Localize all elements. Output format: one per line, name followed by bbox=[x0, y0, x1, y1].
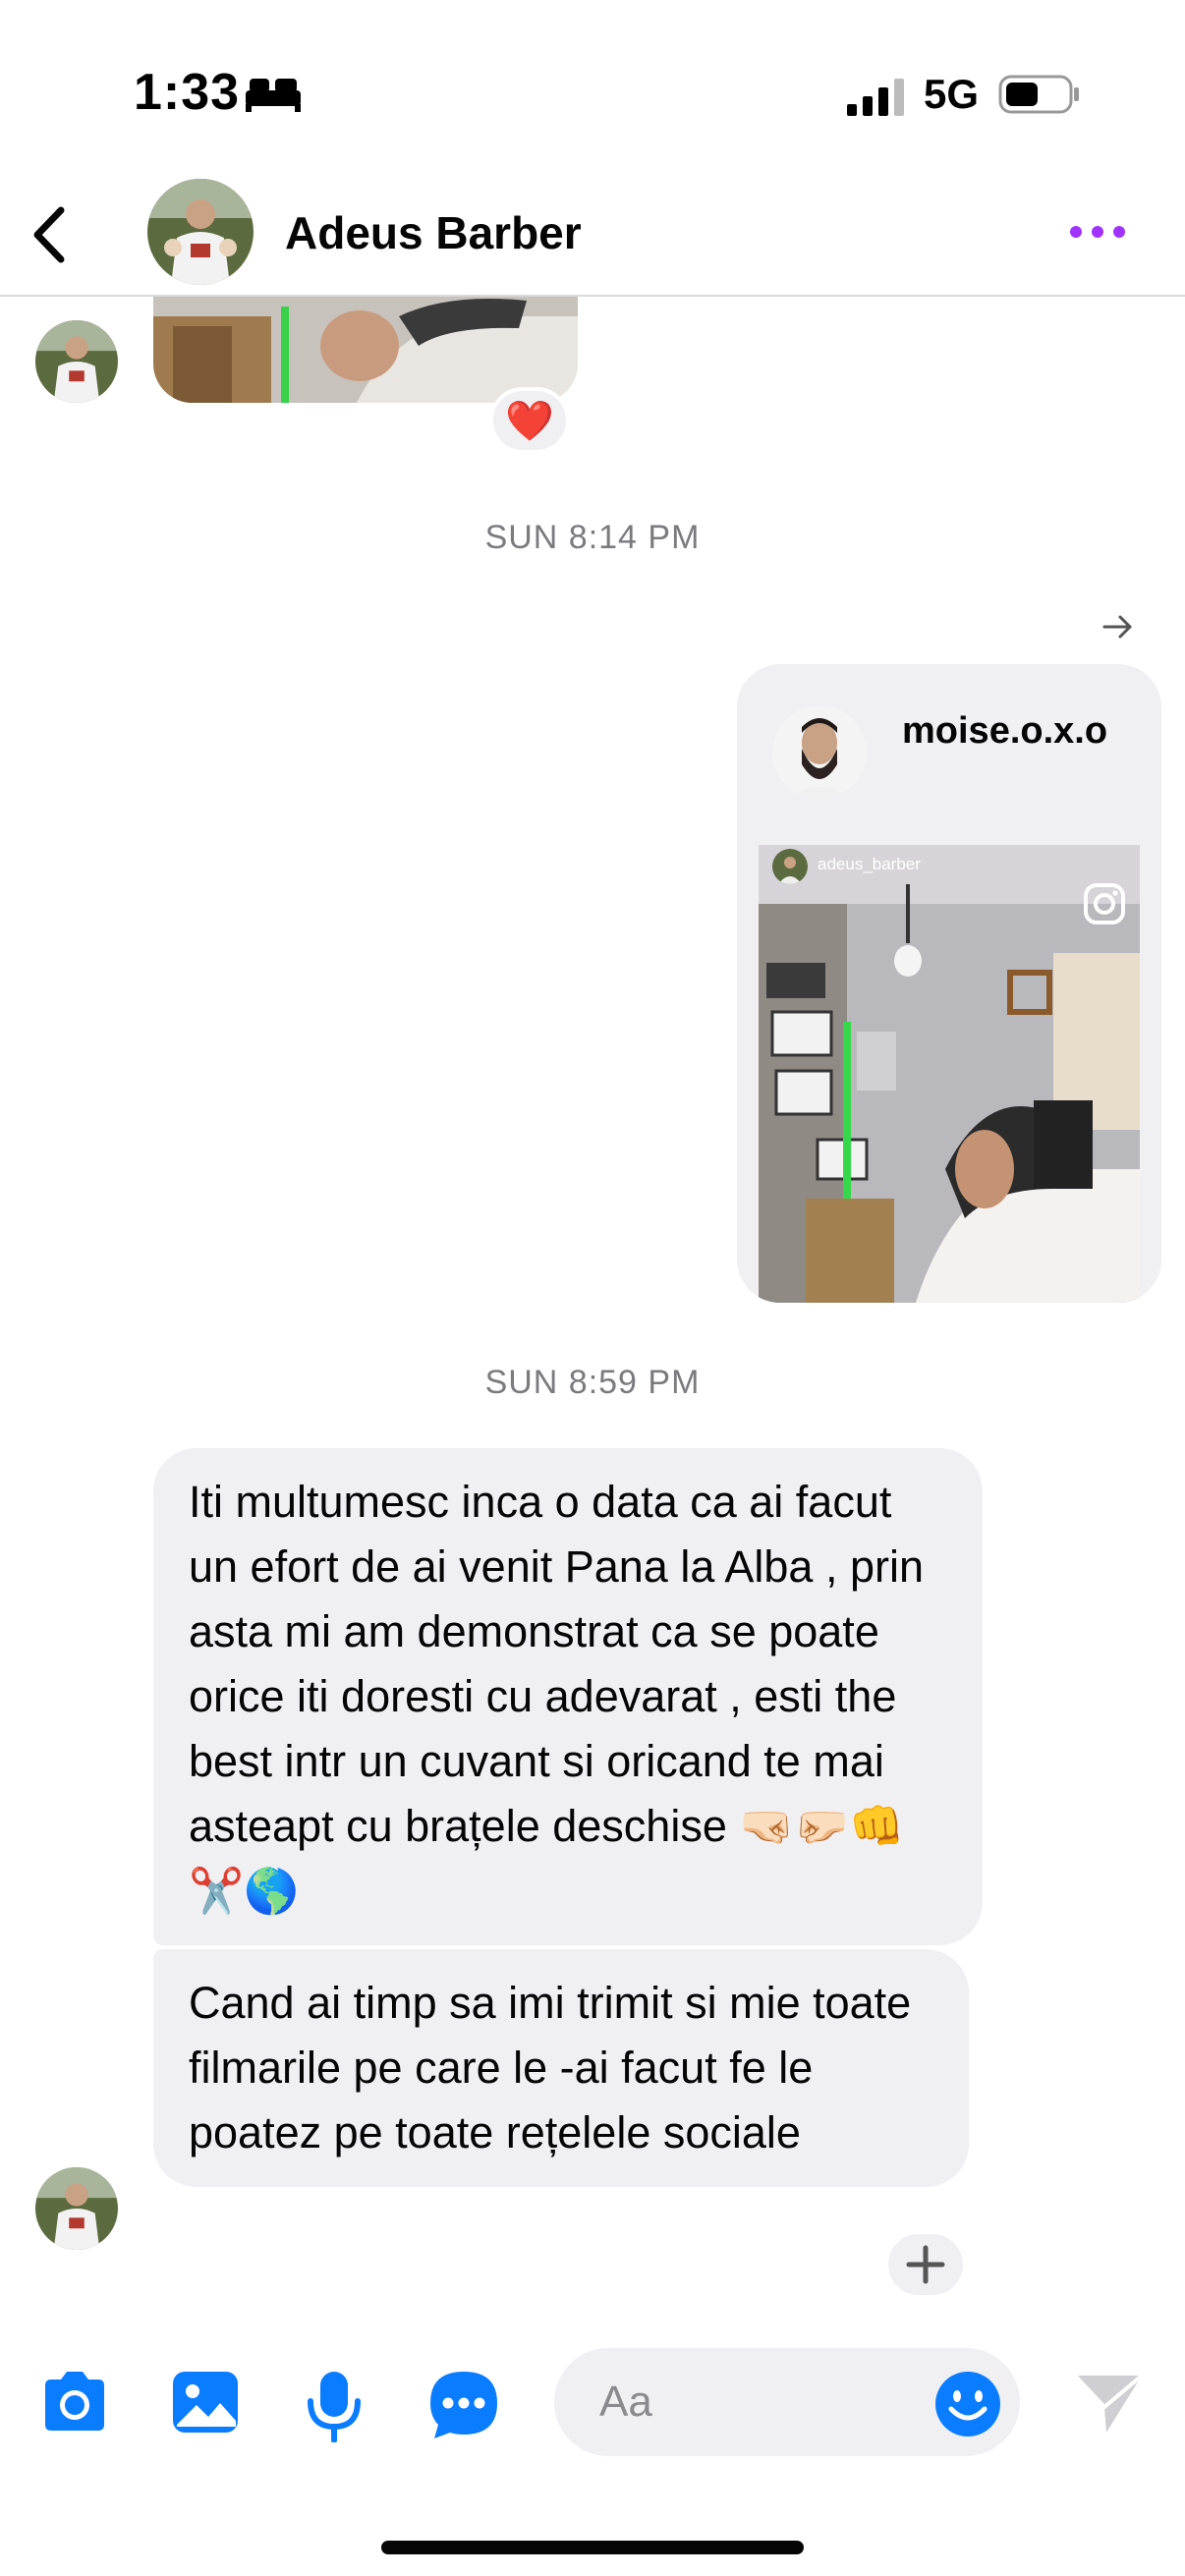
conversation-header: Adeus Barber bbox=[0, 167, 1185, 297]
home-indicator[interactable] bbox=[381, 2541, 804, 2554]
image-icon[interactable] bbox=[171, 2370, 240, 2435]
shared-user-avatar bbox=[772, 705, 867, 800]
message-list[interactable]: ❤️ SUN 8:14 PM moise.o.x.o adeus_barber … bbox=[0, 297, 1185, 2321]
message-bubble[interactable]: Iti multumesc inca o data ca ai facut un… bbox=[153, 1448, 983, 1945]
plus-icon bbox=[906, 2245, 945, 2284]
timestamp-1: SUN 8:14 PM bbox=[484, 519, 701, 556]
shared-username[interactable]: moise.o.x.o bbox=[902, 703, 1128, 758]
contact-avatar[interactable] bbox=[147, 179, 254, 285]
reel-user-avatar bbox=[772, 849, 808, 884]
send-icon[interactable] bbox=[1071, 2372, 1144, 2435]
photo-message[interactable] bbox=[153, 297, 578, 403]
emoji-icon[interactable] bbox=[933, 2370, 1002, 2438]
forward-icon[interactable] bbox=[1102, 613, 1134, 641]
status-time: 1:33 bbox=[134, 64, 241, 121]
heart-reaction[interactable]: ❤️ bbox=[489, 387, 570, 454]
camera-icon[interactable] bbox=[39, 2370, 110, 2433]
shared-post-card[interactable]: moise.o.x.o adeus_barber bbox=[737, 664, 1161, 1303]
message-bubble[interactable]: Cand ai timp sa imi trimit si mie toate … bbox=[153, 1949, 969, 2187]
reel-username: adeus_barber bbox=[818, 855, 921, 873]
signal-icon bbox=[847, 79, 904, 116]
message-composer bbox=[0, 2321, 1185, 2488]
add-reaction-button[interactable] bbox=[884, 2230, 967, 2299]
shared-reel-thumbnail[interactable]: adeus_barber bbox=[759, 845, 1140, 1303]
instagram-icon bbox=[1084, 883, 1125, 924]
network-type: 5G bbox=[924, 71, 980, 117]
sender-avatar[interactable] bbox=[35, 320, 118, 403]
chat-more-icon[interactable] bbox=[428, 2370, 499, 2440]
timestamp-2: SUN 8:59 PM bbox=[484, 1364, 701, 1401]
sender-avatar[interactable] bbox=[35, 2167, 118, 2250]
bed-icon bbox=[246, 79, 301, 112]
microphone-icon[interactable] bbox=[305, 2370, 364, 2442]
back-icon[interactable] bbox=[24, 200, 83, 269]
contact-name[interactable]: Adeus Barber bbox=[285, 206, 582, 259]
battery-icon bbox=[998, 75, 1079, 114]
more-icon[interactable] bbox=[1066, 212, 1129, 252]
status-bar: 1:33 5G bbox=[0, 0, 1185, 167]
